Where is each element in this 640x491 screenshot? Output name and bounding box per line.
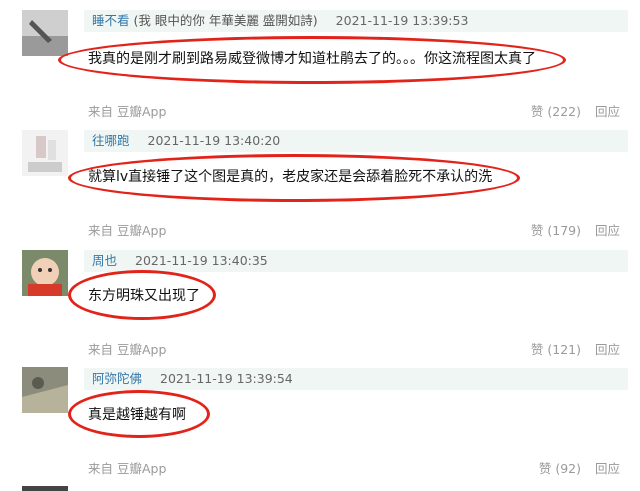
avatar-image xyxy=(22,250,68,296)
comment-actions: 赞 (222) 回应 xyxy=(531,103,620,121)
avatar-image xyxy=(22,10,68,56)
comment-footer: 来自 豆瓣App 赞 (121) 回应 xyxy=(88,341,620,359)
comment-footer: 来自 豆瓣App 赞 (92) 回应 xyxy=(88,460,620,478)
reply-button[interactable]: 回应 xyxy=(595,223,620,238)
source-label: 来自 豆瓣App xyxy=(88,104,167,119)
comment-text: 就算lv直接锤了这个图是真的，老皮家还是会舔着脸死不承认的洗 xyxy=(88,169,493,185)
comment-text: 我真的是刚才刷到路易威登微博才知道杜鹃去了的。。。你这流程图太真了 xyxy=(88,51,536,67)
username-link[interactable]: 睡不看 xyxy=(92,13,130,28)
comment-time: 2021-11-19 13:40:35 xyxy=(135,253,268,268)
next-avatar-edge xyxy=(22,486,68,491)
reply-button[interactable]: 回应 xyxy=(595,461,620,476)
vote-button[interactable]: 赞 (92) xyxy=(539,461,581,476)
comment-time: 2021-11-19 13:40:20 xyxy=(147,133,281,148)
reply-button[interactable]: 回应 xyxy=(595,342,620,357)
comment-header: 周也 2021-11-19 13:40:35 xyxy=(84,250,628,272)
user-signature: (我 眼中的你 年華美麗 盛開如詩) xyxy=(133,13,318,28)
comment-actions: 赞 (92) 回应 xyxy=(539,460,620,478)
avatar[interactable] xyxy=(22,367,68,413)
source-label: 来自 豆瓣App xyxy=(88,461,167,476)
comment-text: 真是越锤越有啊 xyxy=(88,407,186,423)
username-link[interactable]: 往哪跑 xyxy=(92,133,130,148)
comment-item: 睡不看 (我 眼中的你 年華美麗 盛開如詩) 2021-11-19 13:39:… xyxy=(0,0,640,125)
comment-footer: 来自 豆瓣App 赞 (179) 回应 xyxy=(88,222,620,240)
avatar-image xyxy=(22,130,68,176)
reply-button[interactable]: 回应 xyxy=(595,104,620,119)
avatar[interactable] xyxy=(22,130,68,176)
username-link[interactable]: 阿弥陀佛 xyxy=(92,371,142,386)
source-label: 来自 豆瓣App xyxy=(88,223,167,238)
comment-footer: 来自 豆瓣App 赞 (222) 回应 xyxy=(88,103,620,121)
comment-item: 阿弥陀佛 2021-11-19 13:39:54 真是越锤越有啊 来自 豆瓣Ap… xyxy=(0,363,640,491)
comment-item: 往哪跑 2021-11-19 13:40:20 就算lv直接锤了这个图是真的，老… xyxy=(0,125,640,245)
comment-time: 2021-11-19 13:39:53 xyxy=(335,13,469,28)
comment-header: 往哪跑 2021-11-19 13:40:20 xyxy=(84,130,628,152)
comment-header: 阿弥陀佛 2021-11-19 13:39:54 xyxy=(84,368,628,390)
vote-button[interactable]: 赞 (121) xyxy=(531,342,581,357)
comment-time: 2021-11-19 13:39:54 xyxy=(160,371,293,386)
comment-actions: 赞 (179) 回应 xyxy=(531,222,620,240)
avatar-image xyxy=(22,367,68,413)
comment-item: 周也 2021-11-19 13:40:35 东方明珠又出现了 来自 豆瓣App… xyxy=(0,245,640,363)
avatar[interactable] xyxy=(22,250,68,296)
avatar[interactable] xyxy=(22,10,68,56)
comment-actions: 赞 (121) 回应 xyxy=(531,341,620,359)
comment-header: 睡不看 (我 眼中的你 年華美麗 盛開如詩) 2021-11-19 13:39:… xyxy=(84,10,628,32)
vote-button[interactable]: 赞 (222) xyxy=(531,104,581,119)
username-link[interactable]: 周也 xyxy=(92,253,117,268)
source-label: 来自 豆瓣App xyxy=(88,342,167,357)
comment-text: 东方明珠又出现了 xyxy=(88,288,200,304)
vote-button[interactable]: 赞 (179) xyxy=(531,223,581,238)
